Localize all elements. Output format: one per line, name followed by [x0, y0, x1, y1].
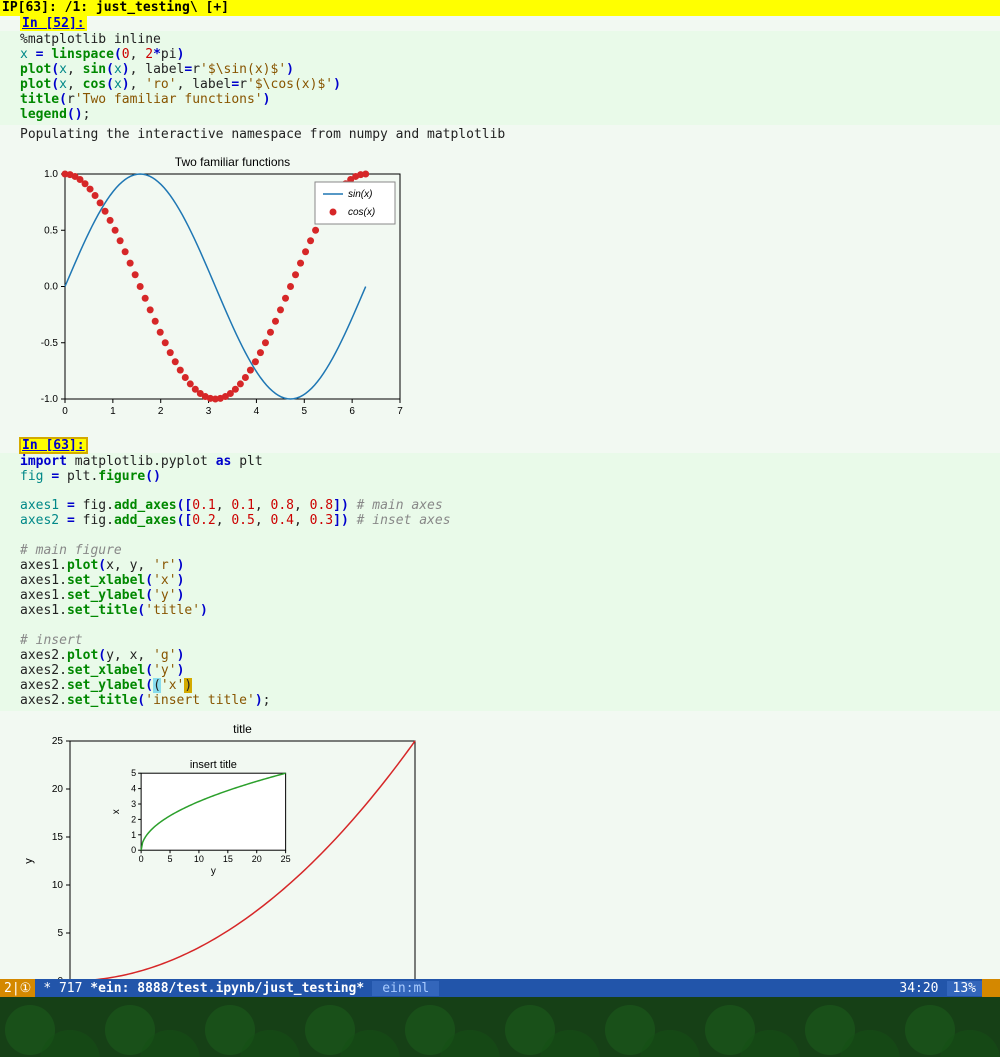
svg-text:x: x — [111, 809, 122, 814]
svg-text:y: y — [211, 866, 216, 877]
cell-2-prompt: In [63]: — [20, 438, 87, 453]
status-segment-right — [982, 979, 1000, 997]
svg-text:sin(x): sin(x) — [348, 189, 372, 200]
chart-title-with-inset: 0123450510152025titlexy0510152025012345i… — [20, 721, 430, 997]
svg-text:0.0: 0.0 — [44, 281, 58, 292]
svg-text:1: 1 — [131, 829, 136, 839]
svg-text:3: 3 — [206, 406, 212, 417]
svg-text:4: 4 — [131, 783, 136, 793]
svg-text:5: 5 — [57, 928, 63, 939]
svg-text:-1.0: -1.0 — [41, 394, 59, 405]
status-bar: 2|① * 717 *ein: 8888/test.ipynb/just_tes… — [0, 979, 1000, 997]
status-segment-left: 2|① — [0, 979, 35, 997]
svg-text:title: title — [233, 722, 252, 736]
svg-text:0: 0 — [139, 854, 144, 864]
svg-text:0.5: 0.5 — [44, 225, 58, 236]
svg-text:Two familiar functions: Two familiar functions — [175, 155, 290, 169]
cell-1-prompt: In [52]: — [20, 16, 87, 31]
svg-text:6: 6 — [349, 406, 355, 417]
svg-text:15: 15 — [223, 854, 233, 864]
status-buffer-info: * 717 *ein: 8888/test.ipynb/just_testing… — [35, 981, 372, 996]
svg-text:7: 7 — [397, 406, 403, 417]
svg-text:1.0: 1.0 — [44, 169, 58, 180]
svg-text:2: 2 — [131, 814, 136, 824]
svg-text:insert title: insert title — [190, 759, 237, 771]
svg-text:25: 25 — [52, 736, 64, 747]
svg-text:1: 1 — [110, 406, 116, 417]
svg-text:0: 0 — [131, 845, 136, 855]
status-percent: 13% — [947, 981, 982, 996]
svg-text:20: 20 — [252, 854, 262, 864]
cell-1[interactable]: In [52]: %matplotlib inline x = linspace… — [0, 16, 1000, 438]
chart-two-familiar-functions: 0 1 2 3 4 5 6 7 -1.0 -0.5 0.0 0.5 1.0 Two familiar fu… — [20, 154, 410, 424]
cell-2-chart: 0123450510152025titlexy0510152025012345i… — [0, 711, 1000, 997]
svg-text:3: 3 — [131, 799, 136, 809]
svg-text:5: 5 — [168, 854, 173, 864]
svg-text:5: 5 — [302, 406, 308, 417]
svg-text:10: 10 — [52, 880, 64, 891]
status-cursor-pos: 34:20 — [891, 981, 946, 996]
svg-text:cos(x): cos(x) — [348, 207, 375, 218]
svg-text:20: 20 — [52, 784, 64, 795]
svg-text:-0.5: -0.5 — [41, 337, 59, 348]
svg-text:10: 10 — [194, 854, 204, 864]
svg-text:5: 5 — [131, 768, 136, 778]
editor-pane: IP[63]: /1: just_testing\ [+] In [52]: %… — [0, 0, 1000, 997]
svg-text:4: 4 — [254, 406, 260, 417]
cell-2[interactable]: In [63]: import matplotlib.pyplot as plt… — [0, 438, 1000, 997]
svg-text:2: 2 — [158, 406, 164, 417]
svg-text:y: y — [23, 857, 35, 863]
cell-1-chart: 0 1 2 3 4 5 6 7 -1.0 -0.5 0.0 0.5 1.0 Two familiar fu… — [0, 144, 1000, 438]
cell-2-code[interactable]: import matplotlib.pyplot as plt fig = pl… — [0, 453, 1000, 711]
cell-1-code[interactable]: %matplotlib inline x = linspace(0, 2*pi)… — [0, 31, 1000, 125]
svg-text:15: 15 — [52, 832, 64, 843]
status-mode: ein:ml — [372, 981, 439, 996]
svg-text:0: 0 — [62, 406, 68, 417]
title-bar: IP[63]: /1: just_testing\ [+] — [0, 0, 1000, 16]
svg-text:25: 25 — [281, 854, 291, 864]
cell-1-output-text: Populating the interactive namespace fro… — [0, 125, 1000, 144]
